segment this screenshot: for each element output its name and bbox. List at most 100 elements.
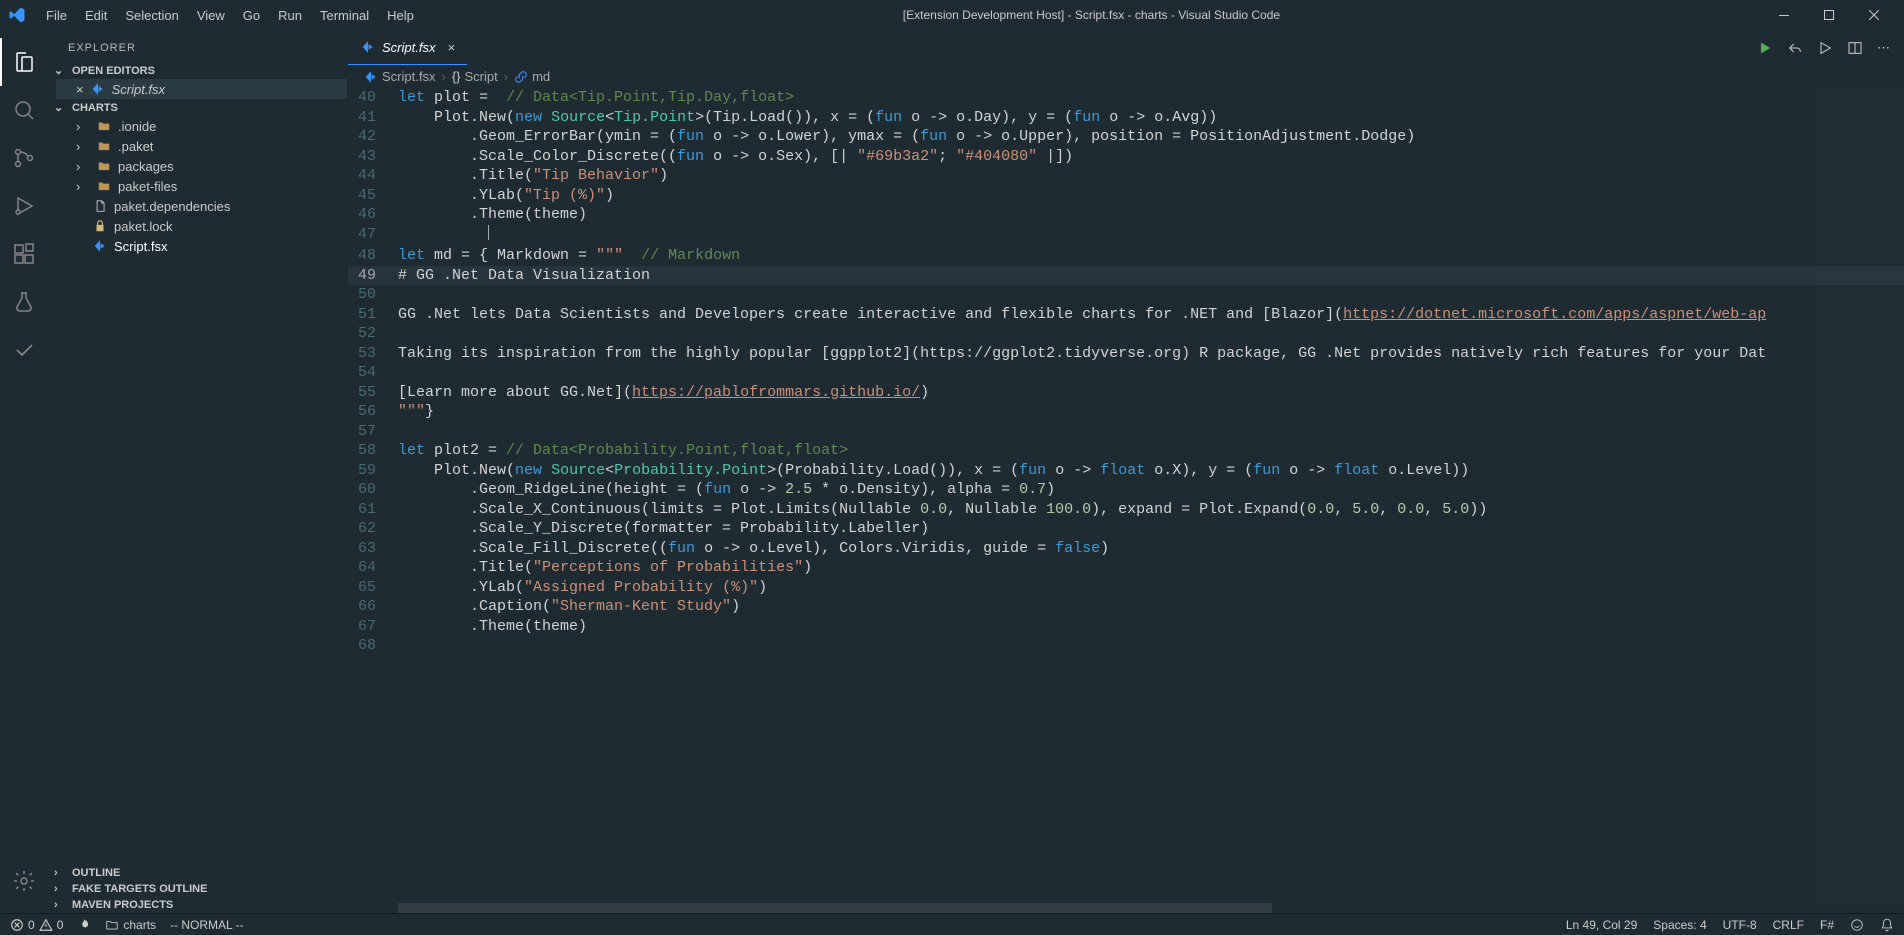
status-language[interactable]: F# <box>1820 918 1834 932</box>
status-folder[interactable]: charts <box>105 918 156 932</box>
section-fake-targets-outline[interactable]: ›FAKE TARGETS OUTLINE <box>48 881 347 897</box>
code-line[interactable]: 68 <box>348 636 1904 656</box>
menu-go[interactable]: Go <box>235 4 268 27</box>
status-spaces[interactable]: Spaces: 4 <box>1653 918 1706 932</box>
code-text: Plot.New(new Source<Probability.Point>(P… <box>398 461 1904 481</box>
status-eol[interactable]: CRLF <box>1773 918 1804 932</box>
code-line[interactable]: 59 Plot.New(new Source<Probability.Point… <box>348 461 1904 481</box>
minimize-button[interactable] <box>1761 0 1806 30</box>
code-line[interactable]: 42 .Geom_ErrorBar(ymin = (fun o -> o.Low… <box>348 127 1904 147</box>
send-icon[interactable] <box>1787 40 1803 56</box>
folder-item[interactable]: ›.ionide <box>56 116 347 136</box>
code-line[interactable]: 55[Learn more about GG.Net](https://pabl… <box>348 383 1904 403</box>
run-icon[interactable] <box>1757 40 1773 56</box>
minimap[interactable] <box>1814 88 1904 903</box>
tab-label: Script.fsx <box>382 40 435 55</box>
workspace-header[interactable]: ⌄ CHARTS <box>48 99 347 116</box>
status-feedback-icon[interactable] <box>1850 918 1864 932</box>
activity-explorer[interactable] <box>0 38 48 86</box>
code-line[interactable]: 65 .YLab("Assigned Probability (%)") <box>348 578 1904 598</box>
activity-testing[interactable] <box>0 278 48 326</box>
menu-file[interactable]: File <box>38 4 75 27</box>
section-outline[interactable]: ›OUTLINE <box>48 865 347 881</box>
code-line[interactable]: 44 .Title("Tip Behavior") <box>348 166 1904 186</box>
code-line[interactable]: 41 Plot.New(new Source<Tip.Point>(Tip.Lo… <box>348 108 1904 128</box>
breadcrumbs[interactable]: Script.fsx›{}Script›md <box>348 65 1904 88</box>
breadcrumb-item[interactable]: md <box>514 69 550 84</box>
breadcrumb-item[interactable]: Script.fsx <box>364 69 435 84</box>
activity-source-control[interactable] <box>0 134 48 182</box>
chevron-right-icon: › <box>504 69 508 84</box>
code-editor[interactable]: 40let plot = // Data<Tip.Point,Tip.Day,f… <box>348 88 1904 903</box>
editor-tab[interactable]: Script.fsx × <box>348 30 467 65</box>
open-editors-header[interactable]: ⌄ OPEN EDITORS <box>48 62 347 79</box>
close-icon[interactable]: × <box>76 82 84 97</box>
maximize-button[interactable] <box>1806 0 1851 30</box>
code-line[interactable]: 46 .Theme(theme) <box>348 205 1904 225</box>
menu-run[interactable]: Run <box>270 4 310 27</box>
file-item[interactable]: paket.lock <box>56 216 347 236</box>
code-line[interactable]: 47 <box>348 225 1904 247</box>
code-line[interactable]: 40let plot = // Data<Tip.Point,Tip.Day,f… <box>348 88 1904 108</box>
code-line[interactable]: 67 .Theme(theme) <box>348 617 1904 637</box>
folder-item[interactable]: ›paket-files <box>56 176 347 196</box>
code-line[interactable]: 53Taking its inspiration from the highly… <box>348 344 1904 364</box>
menu-help[interactable]: Help <box>379 4 422 27</box>
file-item[interactable]: paket.dependencies <box>56 196 347 216</box>
status-cursor[interactable]: Ln 49, Col 29 <box>1566 918 1637 932</box>
vscode-logo-icon <box>8 6 26 24</box>
code-line[interactable]: 57 <box>348 422 1904 442</box>
code-line[interactable]: 56"""} <box>348 402 1904 422</box>
code-line[interactable]: 45 .YLab("Tip (%)") <box>348 186 1904 206</box>
split-editor-icon[interactable] <box>1847 40 1863 56</box>
status-encoding[interactable]: UTF-8 <box>1723 918 1757 932</box>
code-line[interactable]: 43 .Scale_Color_Discrete((fun o -> o.Sex… <box>348 147 1904 167</box>
code-text: .Theme(theme) <box>398 617 1904 637</box>
code-line[interactable]: 60 .Geom_RidgeLine(height = (fun o -> 2.… <box>348 480 1904 500</box>
code-line[interactable]: 63 .Scale_Fill_Discrete((fun o -> o.Leve… <box>348 539 1904 559</box>
code-line[interactable]: 58let plot2 = // Data<Probability.Point,… <box>348 441 1904 461</box>
code-line[interactable]: 66 .Caption("Sherman-Kent Study") <box>348 597 1904 617</box>
tab-close-icon[interactable]: × <box>447 40 455 55</box>
code-line[interactable]: 52 <box>348 324 1904 344</box>
close-button[interactable] <box>1851 0 1896 30</box>
code-line[interactable]: 50 <box>348 285 1904 305</box>
folder-name: packages <box>118 159 174 174</box>
activity-check[interactable] <box>0 326 48 374</box>
scrollbar-thumb[interactable] <box>398 903 1272 913</box>
breadcrumb-item[interactable]: {}Script <box>452 69 498 84</box>
more-icon[interactable]: ⋯ <box>1877 40 1890 56</box>
line-number: 53 <box>348 344 398 364</box>
code-line[interactable]: 64 .Title("Perceptions of Probabilities"… <box>348 558 1904 578</box>
code-line[interactable]: 62 .Scale_Y_Discrete(formatter = Probabi… <box>348 519 1904 539</box>
horizontal-scrollbar[interactable] <box>398 903 1854 913</box>
activity-run-debug[interactable] <box>0 182 48 230</box>
menu-edit[interactable]: Edit <box>77 4 115 27</box>
folder-item[interactable]: ›packages <box>56 156 347 176</box>
code-line[interactable]: 54 <box>348 363 1904 383</box>
chevron-right-icon: › <box>76 179 90 194</box>
code-text: .Caption("Sherman-Kent Study") <box>398 597 1904 617</box>
activity-extensions[interactable] <box>0 230 48 278</box>
code-line[interactable]: 48let md = { Markdown = """ // Markdown <box>348 246 1904 266</box>
code-line[interactable]: 61 .Scale_X_Continuous(limits = Plot.Lim… <box>348 500 1904 520</box>
code-line[interactable]: 49# GG .Net Data Visualization <box>348 266 1904 286</box>
play-outline-icon[interactable] <box>1817 40 1833 56</box>
status-fire-icon[interactable] <box>77 918 91 932</box>
open-editor-item[interactable]: × Script.fsx <box>56 79 347 99</box>
file-item[interactable]: Script.fsx <box>56 236 347 256</box>
status-bell-icon[interactable] <box>1880 918 1894 932</box>
line-number: 50 <box>348 285 398 305</box>
open-editors-label: OPEN EDITORS <box>72 65 155 77</box>
code-line[interactable]: 51GG .Net lets Data Scientists and Devel… <box>348 305 1904 325</box>
activity-settings[interactable] <box>0 857 48 905</box>
menu-terminal[interactable]: Terminal <box>312 4 377 27</box>
code-text: """} <box>398 402 1904 422</box>
section-maven-projects[interactable]: ›MAVEN PROJECTS <box>48 897 347 913</box>
activity-search[interactable] <box>0 86 48 134</box>
chevron-right-icon: › <box>54 867 68 879</box>
folder-item[interactable]: ›.paket <box>56 136 347 156</box>
status-problems[interactable]: 0 0 <box>10 918 63 932</box>
menu-view[interactable]: View <box>189 4 233 27</box>
menu-selection[interactable]: Selection <box>117 4 186 27</box>
